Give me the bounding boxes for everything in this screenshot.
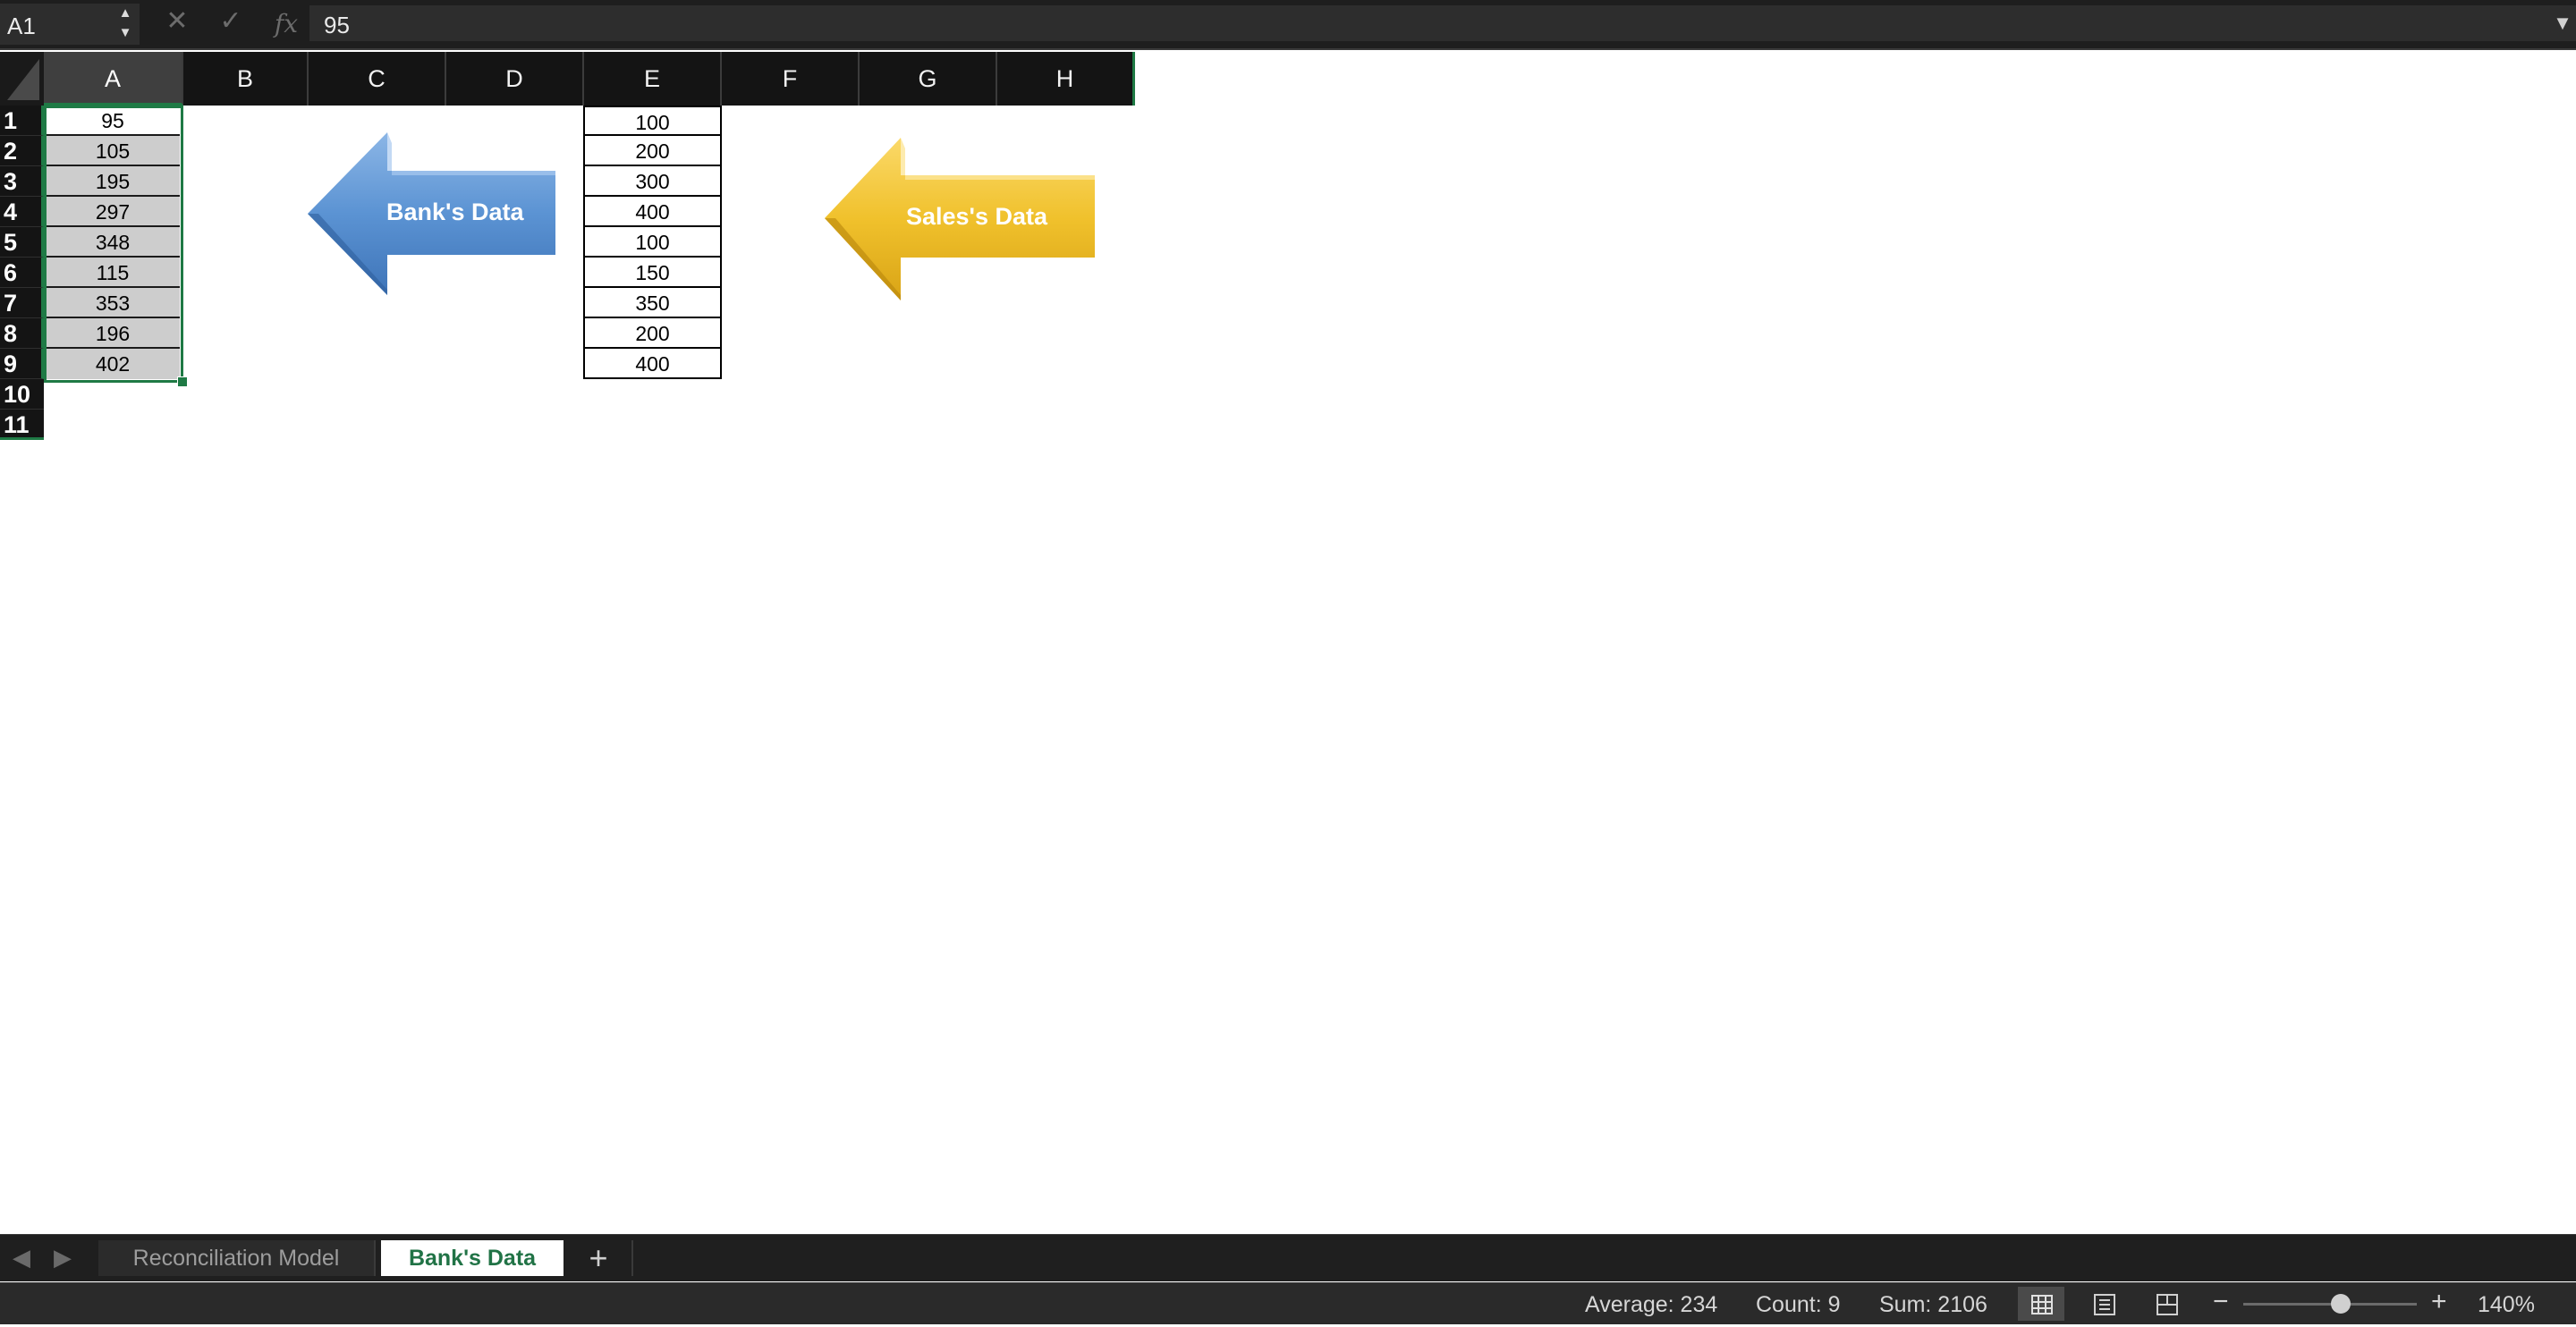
enter-check-icon[interactable]: ✓ (215, 5, 247, 41)
formula-value: 95 (324, 12, 350, 38)
row-header-10[interactable]: 10 (0, 379, 44, 410)
row-header-5[interactable]: 5 (0, 227, 44, 258)
row-header-6[interactable]: 6 (0, 258, 44, 288)
name-box-stepper[interactable]: ▲ ▼ (116, 4, 134, 45)
status-bar: Average: 234 Count: 9 Sum: 2106 − + 140% (0, 1282, 2576, 1324)
page-break-preview-icon[interactable] (2143, 1287, 2190, 1321)
column-header-d[interactable]: D (446, 52, 584, 106)
cancel-x-icon[interactable]: ✕ (163, 5, 191, 41)
status-count: Count: 9 (1756, 1292, 1841, 1317)
row-header-11[interactable]: 11 (0, 410, 44, 440)
row-header-3[interactable]: 3 (0, 166, 44, 197)
cell-e2[interactable]: 200 (583, 136, 722, 166)
column-header-f[interactable]: F (722, 52, 860, 106)
cell-a8[interactable]: 196 (46, 318, 180, 349)
row-header-2[interactable]: 2 (0, 136, 44, 166)
zoom-out-minus-icon[interactable]: − (2213, 1287, 2229, 1317)
cell-reference: A1 (7, 13, 36, 39)
column-header-c[interactable]: C (309, 52, 446, 106)
zoom-slider-track[interactable] (2243, 1303, 2417, 1306)
cell-e3[interactable]: 300 (583, 166, 722, 197)
zoom-in-plus-icon[interactable]: + (2431, 1287, 2447, 1317)
zoom-level[interactable]: 140% (2478, 1292, 2535, 1318)
zoom-slider-thumb[interactable] (2331, 1294, 2351, 1314)
cell-a3[interactable]: 195 (46, 166, 180, 197)
add-sheet-plus-icon[interactable]: + (578, 1240, 619, 1276)
cell-a1[interactable]: 95 (46, 106, 180, 136)
formula-expand-chevron-icon[interactable]: ▼ (2549, 5, 2576, 41)
status-average: Average: 234 (1585, 1292, 1718, 1317)
cell-a6[interactable]: 115 (46, 258, 180, 288)
column-header-e[interactable]: E (584, 52, 722, 106)
previous-sheet-arrow-icon[interactable]: ◀ (13, 1244, 30, 1272)
sheet-tab-banks-data[interactable]: Bank's Data (381, 1240, 564, 1276)
row-header-1[interactable]: 1 (0, 106, 44, 136)
column-header-h[interactable]: H (997, 52, 1135, 106)
row-header-4[interactable]: 4 (0, 197, 44, 227)
bank-data-arrow-label: Bank's Data (386, 199, 524, 225)
page-layout-view-icon[interactable] (2080, 1287, 2127, 1321)
select-all-corner[interactable] (0, 52, 44, 106)
cell-e6[interactable]: 150 (583, 258, 722, 288)
row-header-8[interactable]: 8 (0, 318, 44, 349)
cell-e4[interactable]: 400 (583, 197, 722, 227)
next-sheet-arrow-icon[interactable]: ▶ (54, 1244, 72, 1272)
formula-input[interactable]: 95 (309, 5, 2549, 41)
column-header-a[interactable]: A (44, 52, 183, 106)
cell-a7[interactable]: 353 (46, 288, 180, 318)
fill-handle[interactable] (177, 376, 188, 387)
cell-e1[interactable]: 100 (583, 106, 722, 136)
cell-e7[interactable]: 350 (583, 288, 722, 318)
select-all-triangle-icon (7, 59, 39, 100)
sales-data-arrow-label: Sales's Data (905, 203, 1048, 230)
column-header-g[interactable]: G (860, 52, 997, 106)
row-header-7[interactable]: 7 (0, 288, 44, 318)
sheet-tab-reconciliation-model[interactable]: Reconciliation Model (98, 1240, 376, 1276)
tab-divider (631, 1240, 633, 1276)
cell-a5[interactable]: 348 (46, 227, 180, 258)
normal-view-grid-icon[interactable] (2018, 1287, 2064, 1321)
cell-a4[interactable]: 297 (46, 197, 180, 227)
formula-bar: A1 ▲ ▼ ✕ ✓ fx 95 ▼ (0, 0, 2576, 50)
cell-e8[interactable]: 200 (583, 318, 722, 349)
status-sum: Sum: 2106 (1879, 1292, 1987, 1317)
cell-a9[interactable]: 402 (46, 349, 180, 379)
cell-a2[interactable]: 105 (46, 136, 180, 166)
sheet-tab-bar: ◀ ▶ Reconciliation Model Bank's Data + (0, 1234, 2576, 1281)
cell-e9[interactable]: 400 (583, 349, 722, 379)
column-header-b[interactable]: B (183, 52, 309, 106)
row-header-9[interactable]: 9 (0, 349, 44, 379)
cell-e5[interactable]: 100 (583, 227, 722, 258)
insert-function-fx-icon[interactable]: fx (268, 5, 304, 45)
name-box[interactable]: A1 ▲ ▼ (0, 4, 140, 45)
